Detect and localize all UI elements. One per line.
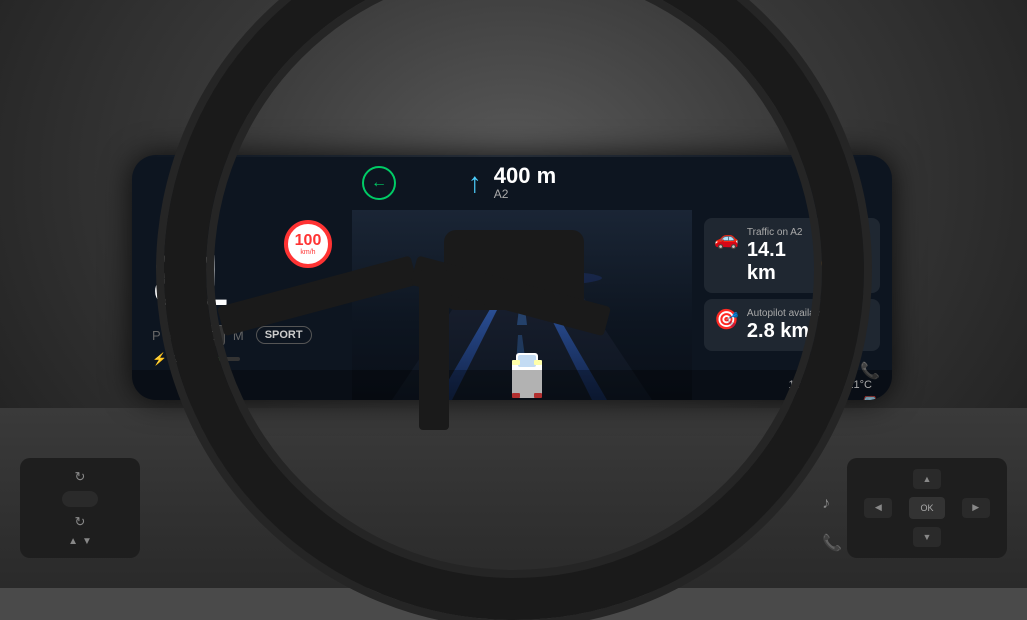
left-ctrl-icon2[interactable]: ↻ <box>75 514 86 530</box>
phone-small-icon: 📞 <box>822 533 842 553</box>
ok-button[interactable]: OK <box>909 497 945 519</box>
spoke-bottom <box>419 270 449 430</box>
battery-icon: ⚡ <box>152 352 167 366</box>
down-arrow[interactable]: ▼ <box>82 536 92 547</box>
left-ctrl-nav: ▲ ▼ <box>68 536 92 547</box>
up-arrow[interactable]: ▲ <box>68 536 78 547</box>
dpad-up[interactable]: ▲ <box>913 469 941 489</box>
left-ctrl-icon1[interactable]: ↻ <box>75 469 86 485</box>
left-controls-panel[interactable]: ↻ ↻ ▲ ▼ <box>20 458 140 558</box>
right-icon-column: ♪ 📞 <box>822 495 842 553</box>
dpad-left[interactable]: ◀ <box>864 498 892 518</box>
left-ctrl-rocker[interactable] <box>62 491 98 507</box>
right-controls-panel[interactable]: ▲ ◀ OK ▶ ▼ <box>847 458 1007 558</box>
music-icon: ♪ <box>822 495 842 513</box>
mode-p[interactable]: P <box>152 328 161 343</box>
temperature: 21°C <box>847 379 872 391</box>
dpad-down[interactable]: ▼ <box>913 527 941 547</box>
spoke-left <box>216 256 417 337</box>
dashboard: ↻ ↻ ▲ ▼ ▲ ◀ OK ▶ ▼ ♪ 📞 <box>0 0 1027 588</box>
dpad-right[interactable]: ▶ <box>962 498 990 518</box>
